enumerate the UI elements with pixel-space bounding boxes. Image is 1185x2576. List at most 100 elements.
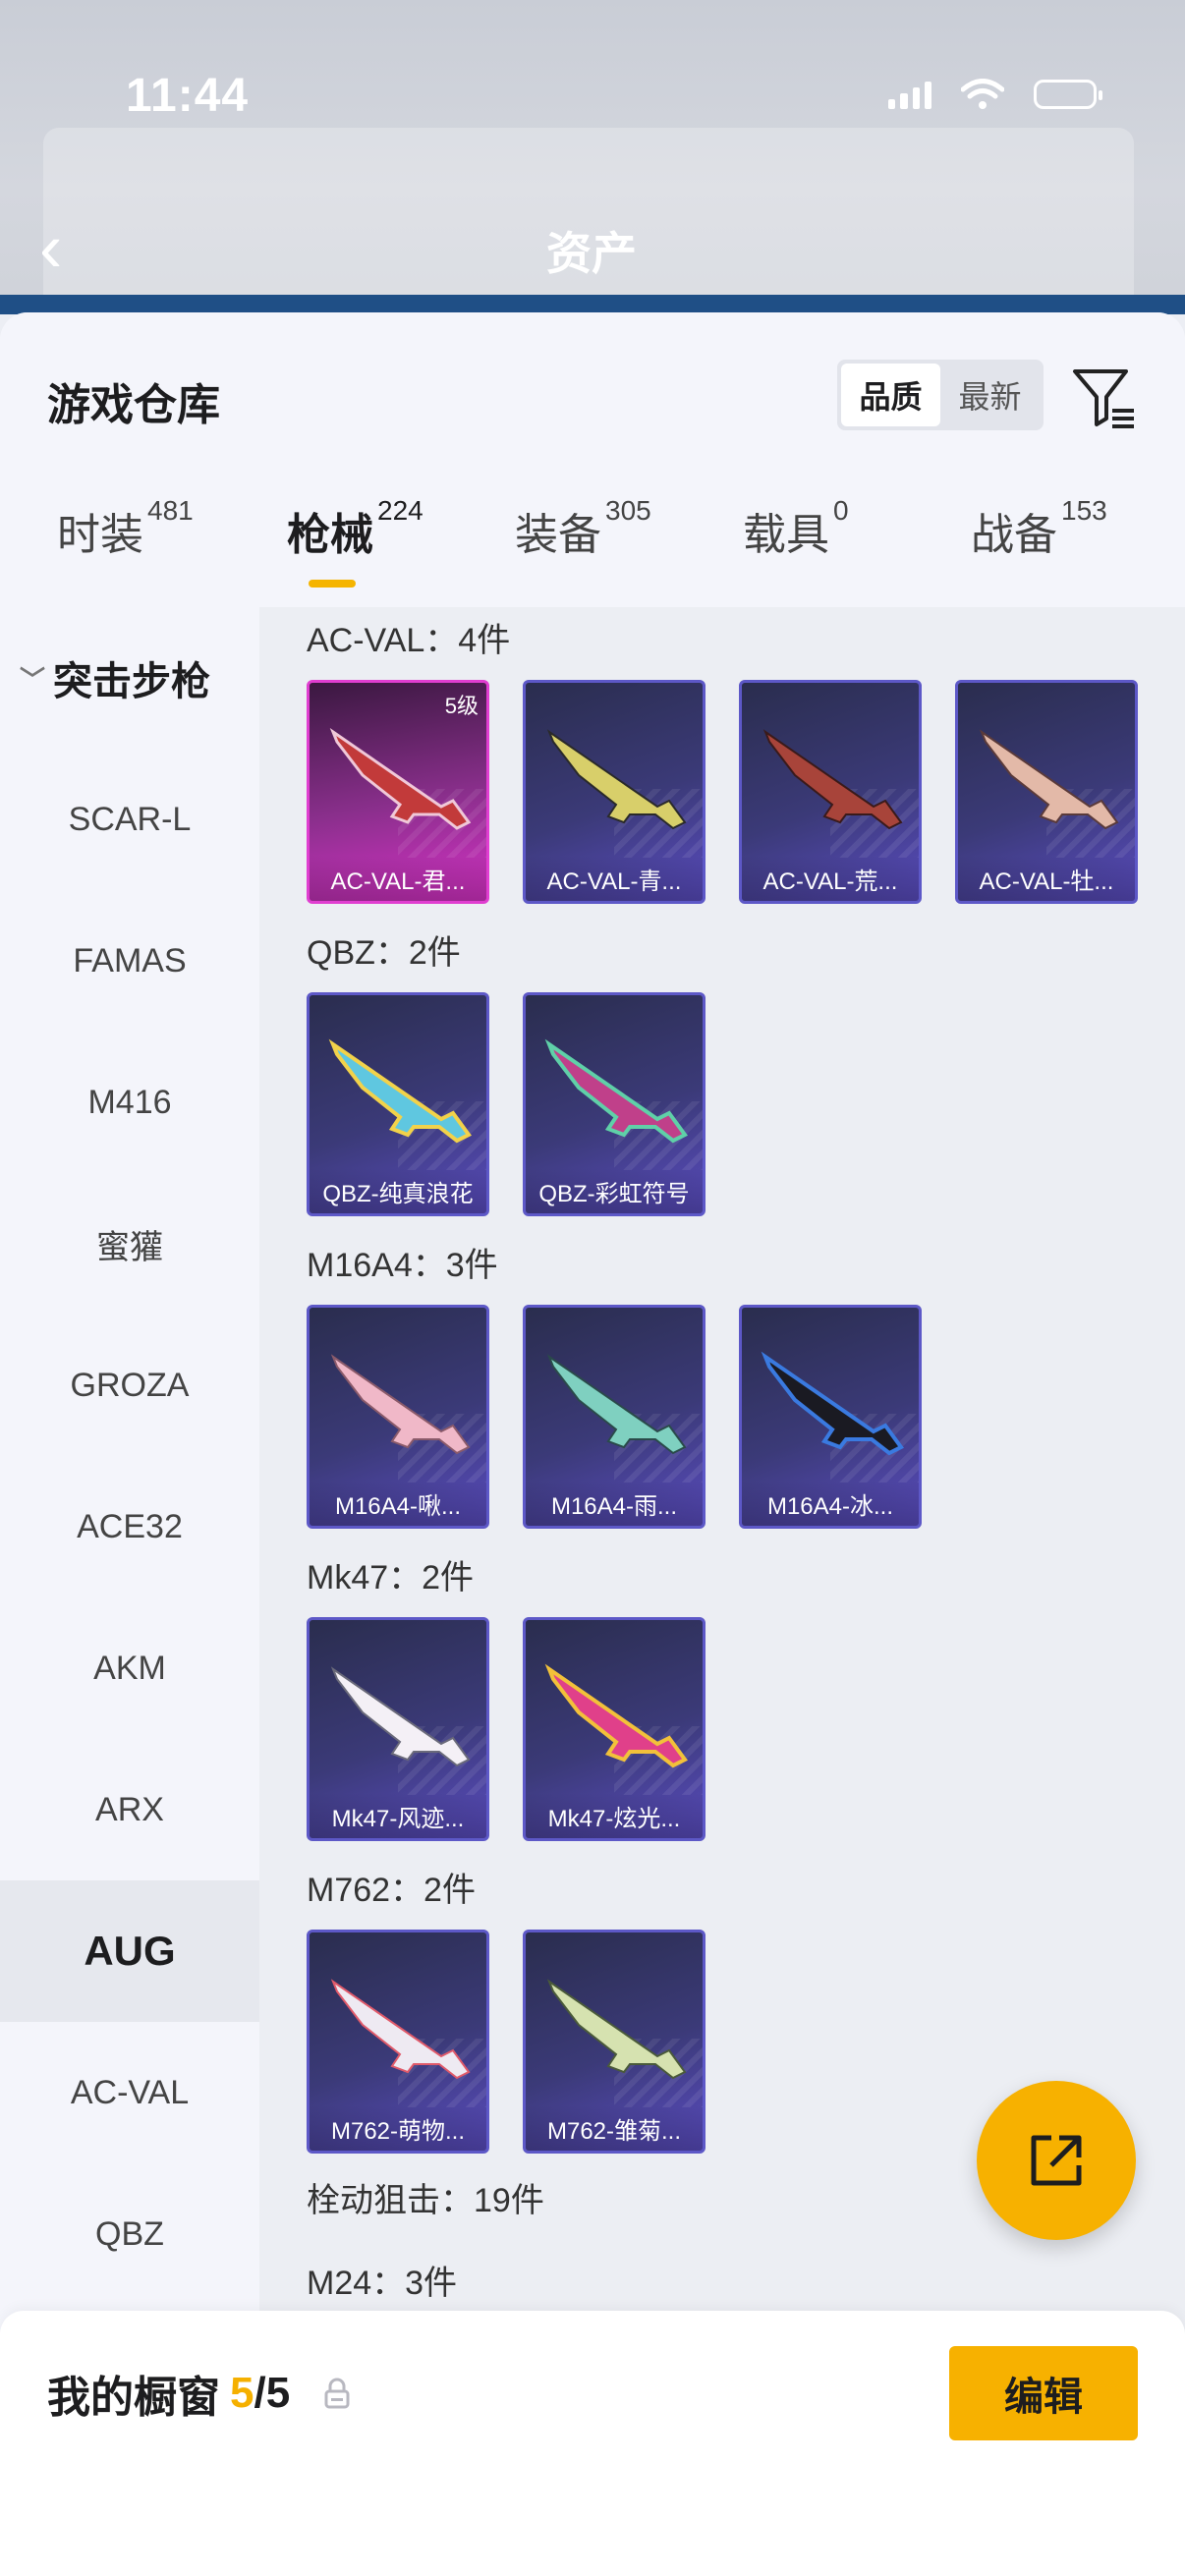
tab-count: 305 (605, 495, 651, 526)
sidebar-item-selected[interactable]: AUG (0, 1880, 259, 2022)
sidebar-item[interactable]: FAMAS (0, 890, 259, 1032)
filter-icon[interactable] (1069, 364, 1138, 432)
section-title: M16A4：3件 (307, 1247, 498, 1284)
tab-count: 224 (377, 495, 423, 526)
section-title: AC-VAL：4件 (307, 622, 511, 659)
tab-supplies[interactable]: 战备 153 (971, 495, 1107, 597)
sidebar-item[interactable]: AC-VAL (0, 2022, 259, 2163)
rifle-icon (329, 727, 472, 830)
lock-icon (324, 2378, 350, 2409)
tab-label: 载具 (743, 511, 829, 559)
rifle-icon (544, 1038, 689, 1144)
section-title: Mk47：2件 (307, 1559, 475, 1596)
tab-count: 0 (833, 495, 849, 526)
wifi-icon (961, 79, 1004, 109)
skin-name: Mk47-风迹... (310, 1793, 486, 1838)
battery-icon (1034, 80, 1102, 109)
showcase-title-row: 我的橱窗 5 / 5 (47, 2362, 351, 2425)
sort-latest-button[interactable]: 最新 (940, 364, 1040, 426)
tab-vehicles[interactable]: 载具 0 (743, 495, 849, 597)
skin-name: AC-VAL-青... (526, 856, 703, 901)
skin-card[interactable]: AC-VAL-荒... (739, 680, 922, 904)
section-title: QBZ：2件 (307, 934, 461, 972)
rifle-icon (330, 1979, 471, 2080)
skin-name: AC-VAL-牡... (958, 856, 1135, 901)
chevron-down-icon: ﹀ (20, 664, 46, 695)
sidebar-item[interactable]: 蜜獾 (0, 1173, 259, 1315)
showcase-total: 5 (265, 2369, 291, 2417)
skin-name: QBZ-彩虹符号 (526, 1168, 703, 1213)
background-strip (0, 295, 1185, 314)
sidebar-item[interactable]: QBZ (0, 2163, 259, 2305)
skin-name: M16A4-啾... (310, 1481, 486, 1526)
skin-name: M16A4-雨... (526, 1481, 703, 1526)
showcase-count: 5 (230, 2369, 254, 2417)
signal-icon (888, 80, 931, 109)
sidebar-item[interactable]: AKM (0, 1597, 259, 1739)
panel-header: 游戏仓库 品质 最新 时装 481 枪械 224 装备 305 载具 0 战备 … (0, 312, 1185, 607)
skin-card[interactable]: Mk47-炫光... (523, 1617, 705, 1841)
skin-card[interactable]: AC-VAL-牡... (955, 680, 1138, 904)
weapon-type-sidebar: ﹀ 突击步枪 SCAR-L FAMAS M416 蜜獾 GROZA ACE32 … (0, 607, 259, 2576)
background-header: 11:44 ‹ 资产 (0, 0, 1185, 314)
tab-fashion[interactable]: 时装 481 (57, 495, 194, 597)
rifle-icon (546, 729, 687, 830)
skin-card[interactable]: M16A4-雨... (523, 1305, 705, 1529)
category-title: 栓动狙击：19件 (307, 2182, 544, 2219)
skin-name: AC-VAL-君... (310, 856, 486, 901)
skin-name: Mk47-炫光... (526, 1793, 703, 1838)
tab-label: 枪械 (287, 511, 373, 559)
skin-card[interactable]: M16A4-啾... (307, 1305, 489, 1529)
skin-card[interactable]: M16A4-冰... (739, 1305, 922, 1529)
skin-name: M762-雏菊... (526, 2105, 703, 2151)
skin-card[interactable]: M762-雏菊... (523, 1930, 705, 2154)
category-tabs: 时装 481 枪械 224 装备 305 载具 0 战备 153 (0, 495, 1185, 597)
sidebar-header-assault-rifles[interactable]: ﹀ 突击步枪 (0, 607, 259, 749)
rifle-icon (330, 1666, 471, 1767)
rifle-icon (544, 1663, 689, 1768)
back-arrow-icon[interactable]: ‹ (39, 213, 98, 282)
sidebar-item[interactable]: ACE32 (0, 1456, 259, 1597)
tab-label: 装备 (515, 511, 601, 559)
showcase-title: 我的橱窗 (47, 2374, 220, 2422)
sidebar-item[interactable]: SCAR-L (0, 749, 259, 890)
tab-label: 战备 (971, 511, 1057, 559)
skin-name: QBZ-纯真浪花 (310, 1168, 486, 1213)
sidebar-item[interactable]: GROZA (0, 1315, 259, 1456)
tab-count: 481 (147, 495, 194, 526)
skin-name: M16A4-冰... (742, 1481, 919, 1526)
sort-quality-button[interactable]: 品质 (841, 364, 940, 426)
rifle-icon (546, 1354, 687, 1455)
rifle-icon (979, 729, 1119, 830)
skin-name: M762-萌物... (310, 2105, 486, 2151)
weapon-grid: AC-VAL：4件 5级 AC-VAL-君... AC-VAL-青... AC-… (259, 607, 1185, 2576)
warehouse-panel: 游戏仓库 品质 最新 时装 481 枪械 224 装备 305 载具 0 战备 … (0, 312, 1185, 2576)
rifle-icon (328, 1038, 473, 1144)
skin-name: AC-VAL-荒... (742, 856, 919, 901)
showcase-bar: 我的橱窗 5 / 5 编辑 (0, 2311, 1185, 2576)
share-button[interactable] (977, 2081, 1136, 2240)
rifle-icon (546, 1979, 687, 2080)
rifle-icon (330, 1354, 471, 1455)
skin-card[interactable]: AC-VAL-青... (523, 680, 705, 904)
skin-card[interactable]: M762-萌物... (307, 1930, 489, 2154)
skin-card[interactable]: Mk47-风迹... (307, 1617, 489, 1841)
rifle-icon (761, 1351, 905, 1456)
edit-button[interactable]: 编辑 (949, 2346, 1138, 2440)
section-title: M762：2件 (307, 1872, 476, 1909)
skin-card[interactable]: QBZ-彩虹符号 (523, 992, 705, 1216)
rifle-icon (762, 729, 903, 830)
sort-toggle: 品质 最新 (837, 360, 1044, 430)
sidebar-item[interactable]: ARX (0, 1739, 259, 1880)
share-icon (1031, 2135, 1082, 2186)
tab-count: 153 (1061, 495, 1107, 526)
panel-title: 游戏仓库 (47, 381, 220, 429)
tab-equipment[interactable]: 装备 305 (515, 495, 651, 597)
active-tab-indicator (309, 580, 356, 588)
status-time: 11:44 (126, 70, 250, 122)
sidebar-item[interactable]: M416 (0, 1032, 259, 1173)
skin-card[interactable]: 5级 AC-VAL-君... (307, 680, 489, 904)
showcase-separator: / (254, 2369, 266, 2417)
skin-card[interactable]: QBZ-纯真浪花 (307, 992, 489, 1216)
tab-label: 时装 (57, 511, 143, 559)
